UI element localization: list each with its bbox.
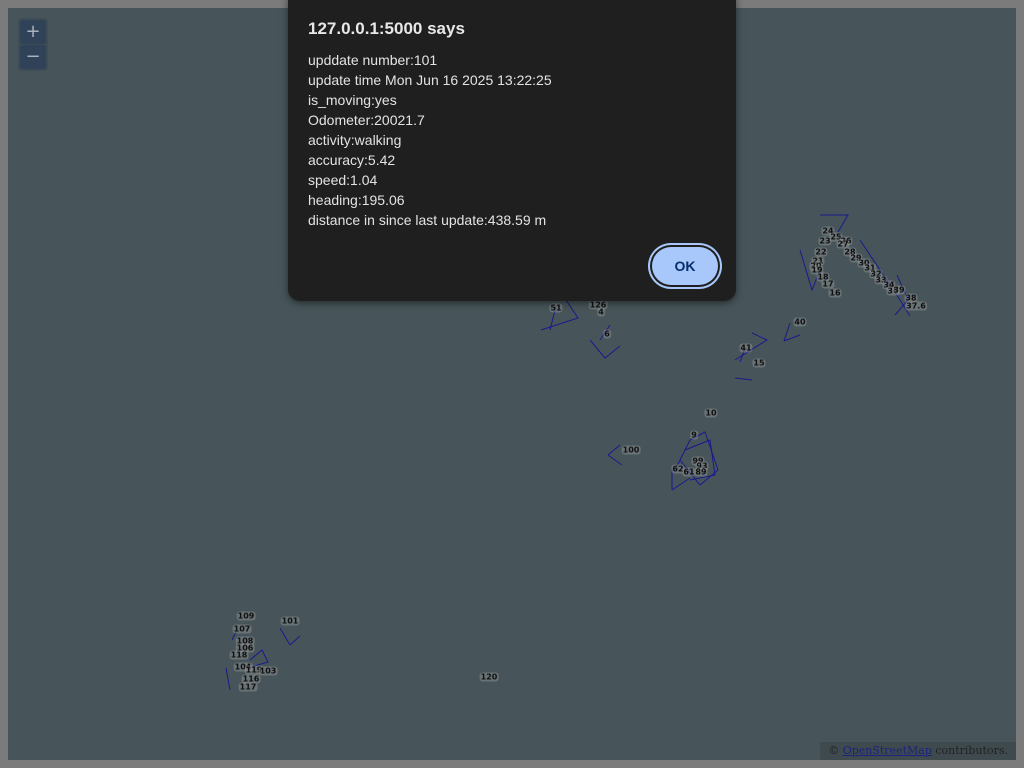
heading-arrow	[607, 444, 621, 456]
marker-label[interactable]: 100	[621, 445, 641, 455]
message-line: upddate number:101	[308, 52, 438, 68]
marker-label[interactable]: 17	[821, 279, 835, 289]
dialog-message: upddate number:101 update time Mon Jun 1…	[308, 50, 552, 230]
marker-label[interactable]: 22	[814, 247, 828, 257]
message-line: heading:195.06	[308, 192, 405, 208]
marker-label[interactable]: 6	[603, 329, 611, 339]
zoom-control: + −	[18, 18, 48, 71]
heading-arrow	[734, 377, 753, 381]
message-line: accuracy:5.42	[308, 152, 396, 168]
message-line: update time Mon Jun 16 2025 13:22:25	[308, 72, 552, 88]
attribution: © OpenStreetMap contributors.	[820, 742, 1016, 760]
marker-label[interactable]: 16	[828, 288, 842, 298]
marker-label[interactable]: 109	[236, 611, 256, 621]
marker-label[interactable]: 117	[238, 682, 258, 692]
message-line: speed:1.04	[308, 172, 378, 188]
openstreetmap-link[interactable]: OpenStreetMap	[843, 744, 932, 757]
marker-label[interactable]: 10	[704, 408, 718, 418]
marker-label[interactable]: 118	[229, 650, 249, 660]
heading-arrow	[783, 334, 801, 342]
marker-label[interactable]: 41	[739, 343, 753, 353]
marker-label[interactable]: 15	[752, 358, 766, 368]
marker-label[interactable]: 40	[793, 317, 807, 327]
message-line: activity:walking	[308, 132, 402, 148]
marker-label[interactable]: 89	[694, 467, 708, 477]
marker-label[interactable]: 23	[818, 236, 832, 246]
heading-arrow	[671, 477, 691, 491]
message-line: Odometer:20021.7	[308, 112, 425, 128]
zoom-out-button[interactable]: −	[20, 45, 46, 69]
marker-label[interactable]: 37.6	[905, 301, 927, 311]
attribution-suffix: contributors.	[935, 744, 1008, 757]
heading-arrow	[289, 635, 301, 646]
marker-label[interactable]: 9	[690, 430, 698, 440]
marker-label[interactable]: 103	[258, 666, 278, 676]
marker-label[interactable]: 120	[479, 672, 499, 682]
marker-label[interactable]: 107	[232, 624, 252, 634]
marker-label[interactable]: 39	[892, 285, 906, 295]
marker-label[interactable]: 101	[280, 616, 300, 626]
heading-arrow	[589, 339, 621, 359]
heading-arrow	[279, 627, 291, 646]
heading-arrow	[783, 322, 791, 342]
message-line: is_moving:yes	[308, 92, 397, 108]
message-line: distance in since last update:438.59 m	[308, 212, 547, 228]
alert-dialog: 127.0.0.1:5000 says upddate number:101 u…	[288, 0, 736, 301]
marker-label[interactable]: 4	[597, 307, 605, 317]
heading-arrow	[607, 454, 623, 466]
copyright-symbol: ©	[828, 744, 840, 757]
marker-label[interactable]: 51	[549, 303, 563, 313]
heading-arrow	[225, 667, 231, 691]
dialog-title: 127.0.0.1:5000 says	[308, 19, 465, 38]
ok-button[interactable]: OK	[652, 247, 718, 285]
zoom-in-button[interactable]: +	[20, 20, 46, 44]
